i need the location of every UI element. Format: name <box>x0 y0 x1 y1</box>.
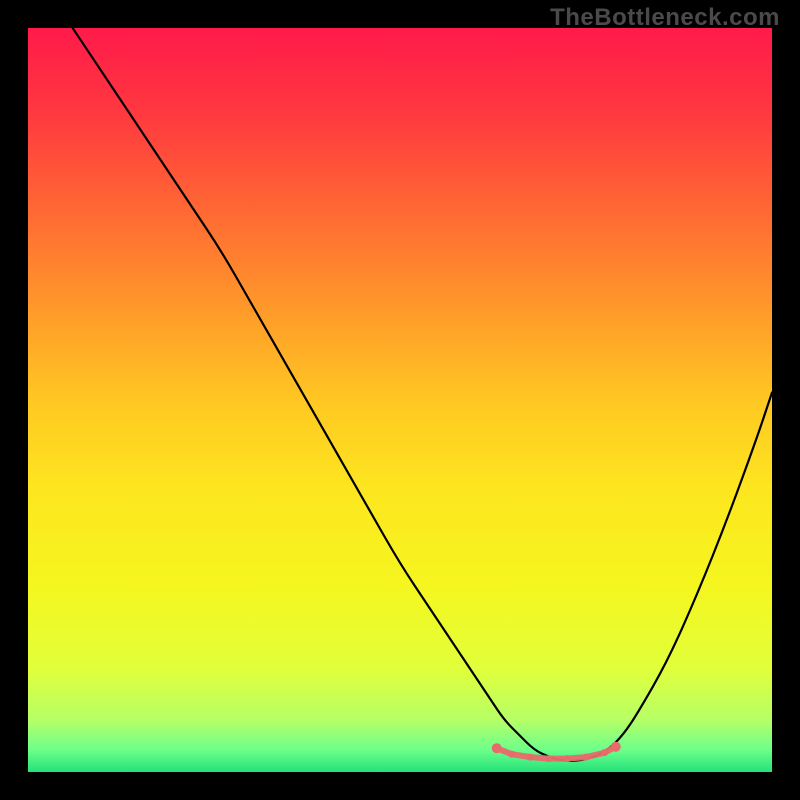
chart-svg <box>28 28 772 772</box>
optimal-range-marker <box>545 755 552 762</box>
optimal-range-marker <box>601 749 608 756</box>
optimal-range-marker <box>492 743 502 753</box>
plot-area <box>28 28 772 772</box>
optimal-range-marker <box>527 754 534 761</box>
optimal-range-marker <box>583 754 590 761</box>
chart-container: TheBottleneck.com <box>0 0 800 800</box>
gradient-background <box>28 28 772 772</box>
watermark-text: TheBottleneck.com <box>550 4 780 32</box>
optimal-range-marker <box>508 751 515 758</box>
optimal-range-marker <box>611 742 621 752</box>
optimal-range-marker <box>564 755 571 762</box>
